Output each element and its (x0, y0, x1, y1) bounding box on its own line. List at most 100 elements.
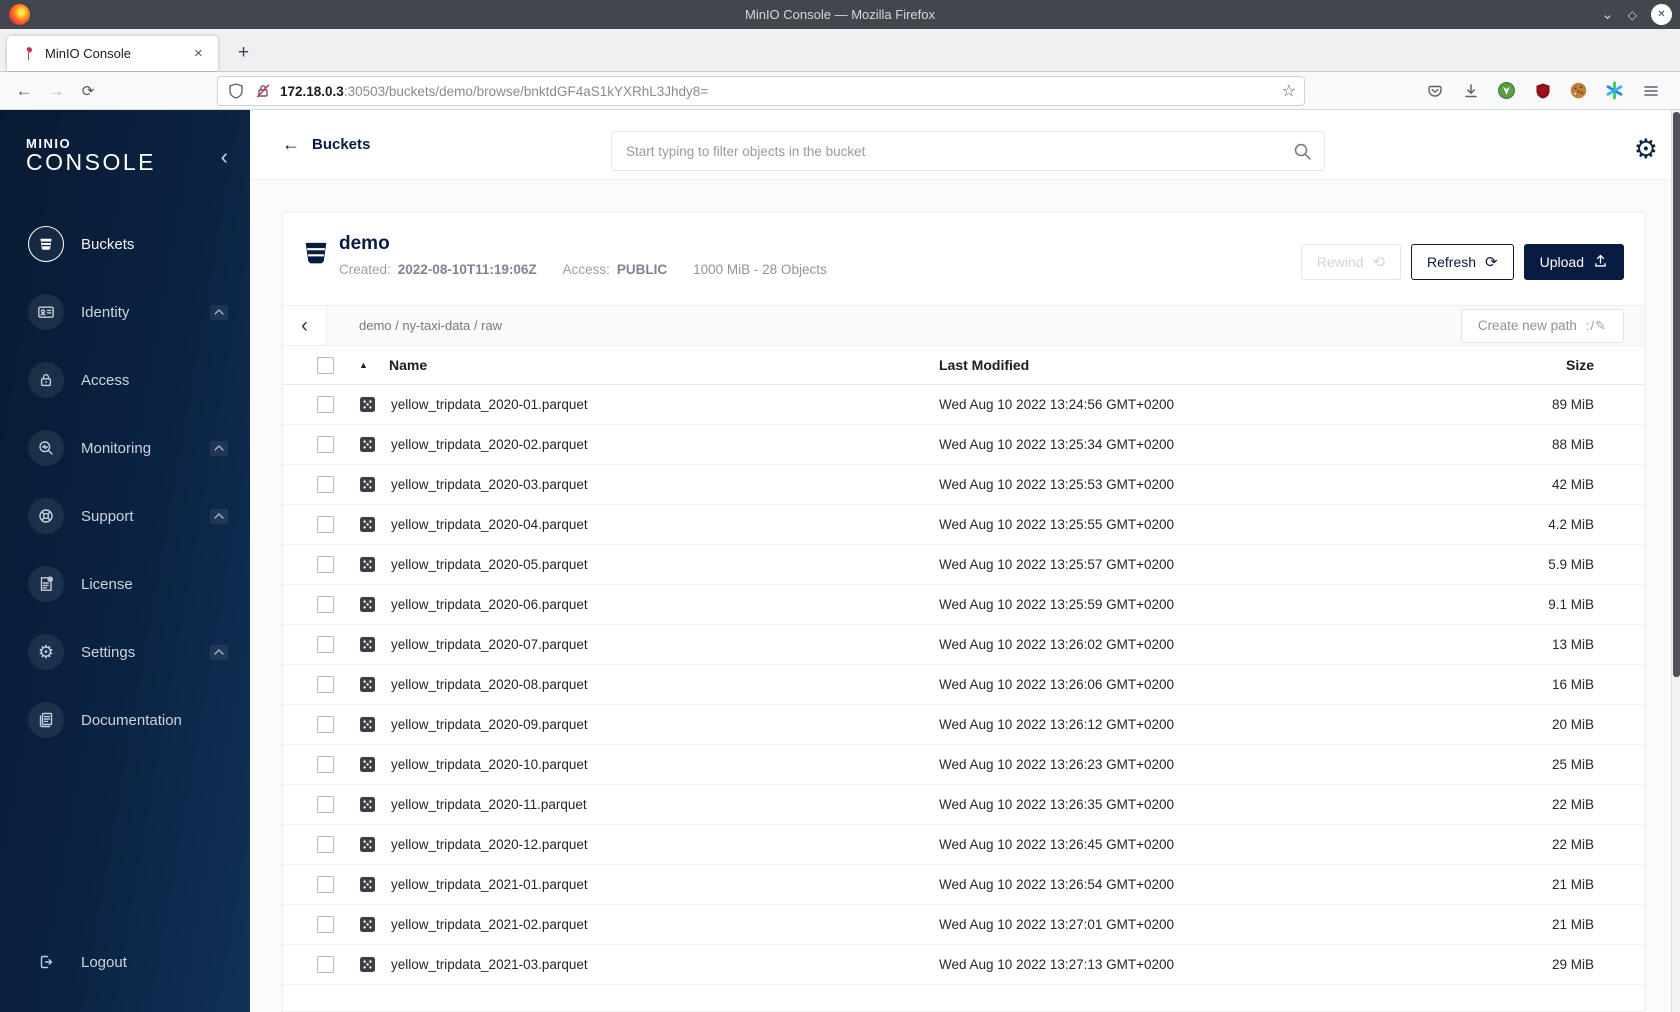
table-row[interactable]: yellow_tripdata_2020-10.parquet Wed Aug … (283, 745, 1644, 785)
ublock-origin-icon[interactable] (1533, 81, 1552, 100)
object-name[interactable]: yellow_tripdata_2021-03.parquet (389, 957, 939, 972)
object-name[interactable]: yellow_tripdata_2020-06.parquet (389, 597, 939, 612)
shield-permissions-icon[interactable] (227, 82, 245, 100)
sidebar-item-identity[interactable]: Identity (0, 294, 250, 330)
table-row[interactable]: yellow_tripdata_2020-07.parquet Wed Aug … (283, 625, 1644, 665)
object-name[interactable]: yellow_tripdata_2020-11.parquet (389, 797, 939, 812)
object-name[interactable]: yellow_tripdata_2021-02.parquet (389, 917, 939, 932)
settings-expand-icon[interactable] (210, 644, 228, 660)
breadcrumb[interactable]: demo / ny-taxi-data / raw (327, 306, 1461, 345)
nav-reload-icon[interactable]: ⟳ (72, 82, 104, 100)
row-checkbox[interactable] (317, 916, 334, 933)
bookmark-star-icon[interactable]: ☆ (1282, 81, 1296, 101)
nav-back-icon[interactable]: ← (8, 81, 40, 101)
sidebar-item-buckets[interactable]: Buckets (0, 226, 250, 262)
object-name[interactable]: yellow_tripdata_2020-03.parquet (389, 477, 939, 492)
table-row[interactable]: yellow_tripdata_2020-12.parquet Wed Aug … (283, 825, 1644, 865)
sidebar-collapse-icon[interactable]: ‹ (221, 146, 228, 168)
object-name[interactable]: yellow_tripdata_2020-01.parquet (389, 397, 939, 412)
console-settings-gear-icon[interactable]: ⚙ (1634, 136, 1658, 163)
object-name[interactable]: yellow_tripdata_2020-04.parquet (389, 517, 939, 532)
sidebar-item-documentation[interactable]: Documentation (0, 702, 250, 738)
row-checkbox[interactable] (317, 836, 334, 853)
object-name[interactable]: yellow_tripdata_2020-10.parquet (389, 757, 939, 772)
back-label: Buckets (312, 136, 371, 153)
pocket-icon[interactable] (1425, 81, 1444, 100)
object-name[interactable]: yellow_tripdata_2020-02.parquet (389, 437, 939, 452)
sidebar-item-monitoring[interactable]: Monitoring (0, 430, 250, 466)
refresh-button[interactable]: Refresh ⟳ (1411, 244, 1514, 280)
row-checkbox[interactable] (317, 516, 334, 533)
object-name[interactable]: yellow_tripdata_2020-07.parquet (389, 637, 939, 652)
upload-button[interactable]: Upload (1523, 244, 1624, 280)
table-row[interactable]: yellow_tripdata_2020-03.parquet Wed Aug … (283, 465, 1644, 505)
url-host: 172.18.0.3 (280, 83, 344, 99)
select-all-checkbox[interactable] (317, 356, 334, 374)
back-to-buckets[interactable]: ← Buckets (282, 134, 370, 155)
table-row[interactable]: yellow_tripdata_2020-02.parquet Wed Aug … (283, 425, 1644, 465)
new-tab-button[interactable]: + (232, 42, 255, 64)
column-last-modified[interactable]: Last Modified (939, 357, 1484, 373)
object-name[interactable]: yellow_tripdata_2020-12.parquet (389, 837, 939, 852)
sidebar-item-support[interactable]: Support (0, 498, 250, 534)
row-checkbox[interactable] (317, 876, 334, 893)
window-close-icon[interactable]: ✕ (1651, 4, 1672, 25)
downloads-icon[interactable] (1461, 81, 1480, 100)
page-scrollbar[interactable] (1671, 110, 1680, 1012)
table-row[interactable]: yellow_tripdata_2020-06.parquet Wed Aug … (283, 585, 1644, 625)
table-row[interactable]: yellow_tripdata_2020-01.parquet Wed Aug … (283, 385, 1644, 425)
row-checkbox[interactable] (317, 476, 334, 493)
nav-forward-icon[interactable]: → (40, 81, 72, 101)
cookie-icon[interactable] (1569, 81, 1588, 100)
object-filter-input[interactable] (626, 143, 1293, 159)
support-expand-icon[interactable] (210, 508, 228, 524)
object-name[interactable]: yellow_tripdata_2020-08.parquet (389, 677, 939, 692)
column-name[interactable]: Name (389, 357, 939, 373)
tab-close-icon[interactable]: ✕ (189, 44, 208, 63)
sidebar-item-license[interactable]: License (0, 566, 250, 602)
sidebar-item-access[interactable]: Access (0, 362, 250, 398)
rewind-button[interactable]: Rewind ⟲ (1300, 244, 1402, 280)
table-row[interactable]: yellow_tripdata_2020-11.parquet Wed Aug … (283, 785, 1644, 825)
table-row[interactable]: yellow_tripdata_2021-02.parquet Wed Aug … (283, 905, 1644, 945)
scrollbar-thumb[interactable] (1673, 112, 1680, 677)
row-checkbox[interactable] (317, 756, 334, 773)
hamburger-menu-icon[interactable] (1641, 81, 1660, 100)
url-text[interactable]: 172.18.0.3:30503/buckets/demo/browse/bnk… (280, 84, 1282, 99)
insecure-lock-icon[interactable] (254, 82, 272, 100)
table-row[interactable]: yellow_tripdata_2021-01.parquet Wed Aug … (283, 865, 1644, 905)
sort-asc-icon[interactable]: ▲ (359, 360, 389, 370)
privacy-badger-icon[interactable] (1497, 81, 1516, 100)
object-name[interactable]: yellow_tripdata_2021-01.parquet (389, 877, 939, 892)
row-checkbox[interactable] (317, 956, 334, 973)
table-row[interactable]: yellow_tripdata_2020-05.parquet Wed Aug … (283, 545, 1644, 585)
row-checkbox[interactable] (317, 556, 334, 573)
object-name[interactable]: yellow_tripdata_2020-09.parquet (389, 717, 939, 732)
window-maximize-icon[interactable]: ◇ (1628, 9, 1637, 21)
create-new-path-button[interactable]: Create new path :/✎ (1460, 308, 1624, 343)
url-bar[interactable]: 172.18.0.3:30503/buckets/demo/browse/bnk… (217, 76, 1305, 106)
table-row[interactable]: yellow_tripdata_2020-09.parquet Wed Aug … (283, 705, 1644, 745)
object-name[interactable]: yellow_tripdata_2020-05.parquet (389, 557, 939, 572)
row-checkbox[interactable] (317, 716, 334, 733)
window-minimize-icon[interactable]: ⌄ (1601, 7, 1614, 22)
logout-button[interactable]: Logout (0, 944, 250, 980)
row-checkbox[interactable] (317, 676, 334, 693)
table-row[interactable]: yellow_tripdata_2020-04.parquet Wed Aug … (283, 505, 1644, 545)
table-row[interactable]: yellow_tripdata_2021-03.parquet Wed Aug … (283, 945, 1644, 985)
identity-expand-icon[interactable] (210, 304, 228, 320)
sidebar-item-settings[interactable]: ⚙ Settings (0, 634, 250, 670)
row-checkbox[interactable] (317, 436, 334, 453)
parquet-file-icon (359, 596, 389, 613)
row-checkbox[interactable] (317, 396, 334, 413)
column-size[interactable]: Size (1484, 357, 1594, 373)
row-checkbox[interactable] (317, 596, 334, 613)
row-checkbox[interactable] (317, 796, 334, 813)
row-checkbox[interactable] (317, 636, 334, 653)
path-back-button[interactable]: ‹ (283, 306, 327, 345)
extension-asterisk-icon[interactable] (1605, 81, 1624, 100)
monitoring-expand-icon[interactable] (210, 440, 228, 456)
table-row[interactable]: yellow_tripdata_2020-08.parquet Wed Aug … (283, 665, 1644, 705)
id-card-icon (28, 294, 64, 330)
browser-tab[interactable]: MinIO Console ✕ (7, 36, 218, 71)
